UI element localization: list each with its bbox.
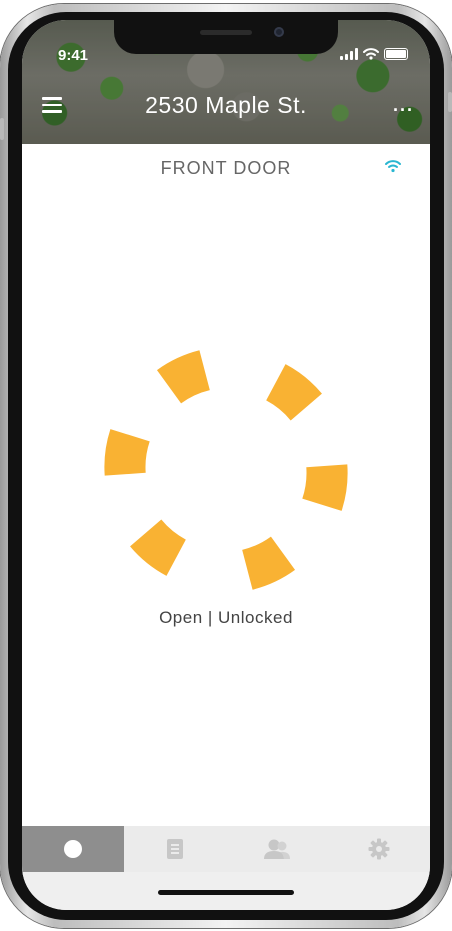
users-icon	[264, 839, 290, 859]
side-button-right	[448, 92, 452, 112]
lock-toggle-button[interactable]	[86, 330, 366, 610]
app-screen: 9:41 2530 Maple St. ··· FRONT DOOR Open …	[22, 20, 430, 910]
more-options-button[interactable]: ···	[393, 100, 414, 121]
battery-icon	[384, 48, 408, 60]
lock-status-text: Open | Unlocked	[159, 608, 293, 627]
bottom-tab-bar	[22, 826, 430, 872]
home-indicator[interactable]	[158, 890, 294, 895]
header-banner: 9:41 2530 Maple St. ···	[22, 20, 430, 144]
cellular-signal-icon	[340, 48, 358, 60]
side-button-left	[0, 118, 4, 140]
wifi-connected-icon	[385, 160, 401, 173]
circle-icon	[64, 840, 82, 858]
location-title: 2530 Maple St.	[145, 92, 307, 118]
device-notch	[114, 20, 338, 54]
speaker-grille	[200, 30, 252, 35]
bottom-safe-area	[22, 872, 430, 910]
tab-users[interactable]	[226, 826, 328, 872]
door-name: FRONT DOOR	[160, 158, 292, 178]
status-icons	[340, 48, 408, 60]
tab-lock[interactable]	[22, 826, 124, 872]
tab-settings[interactable]	[328, 826, 430, 872]
status-time: 9:41	[58, 47, 89, 64]
hamburger-menu-icon[interactable]	[42, 97, 62, 113]
tab-history[interactable]	[124, 826, 226, 872]
list-document-icon	[167, 839, 183, 859]
lock-status-ring-icon	[104, 345, 348, 595]
wifi-icon	[363, 48, 379, 60]
front-camera	[274, 27, 284, 37]
settings-gear-icon	[368, 838, 390, 860]
